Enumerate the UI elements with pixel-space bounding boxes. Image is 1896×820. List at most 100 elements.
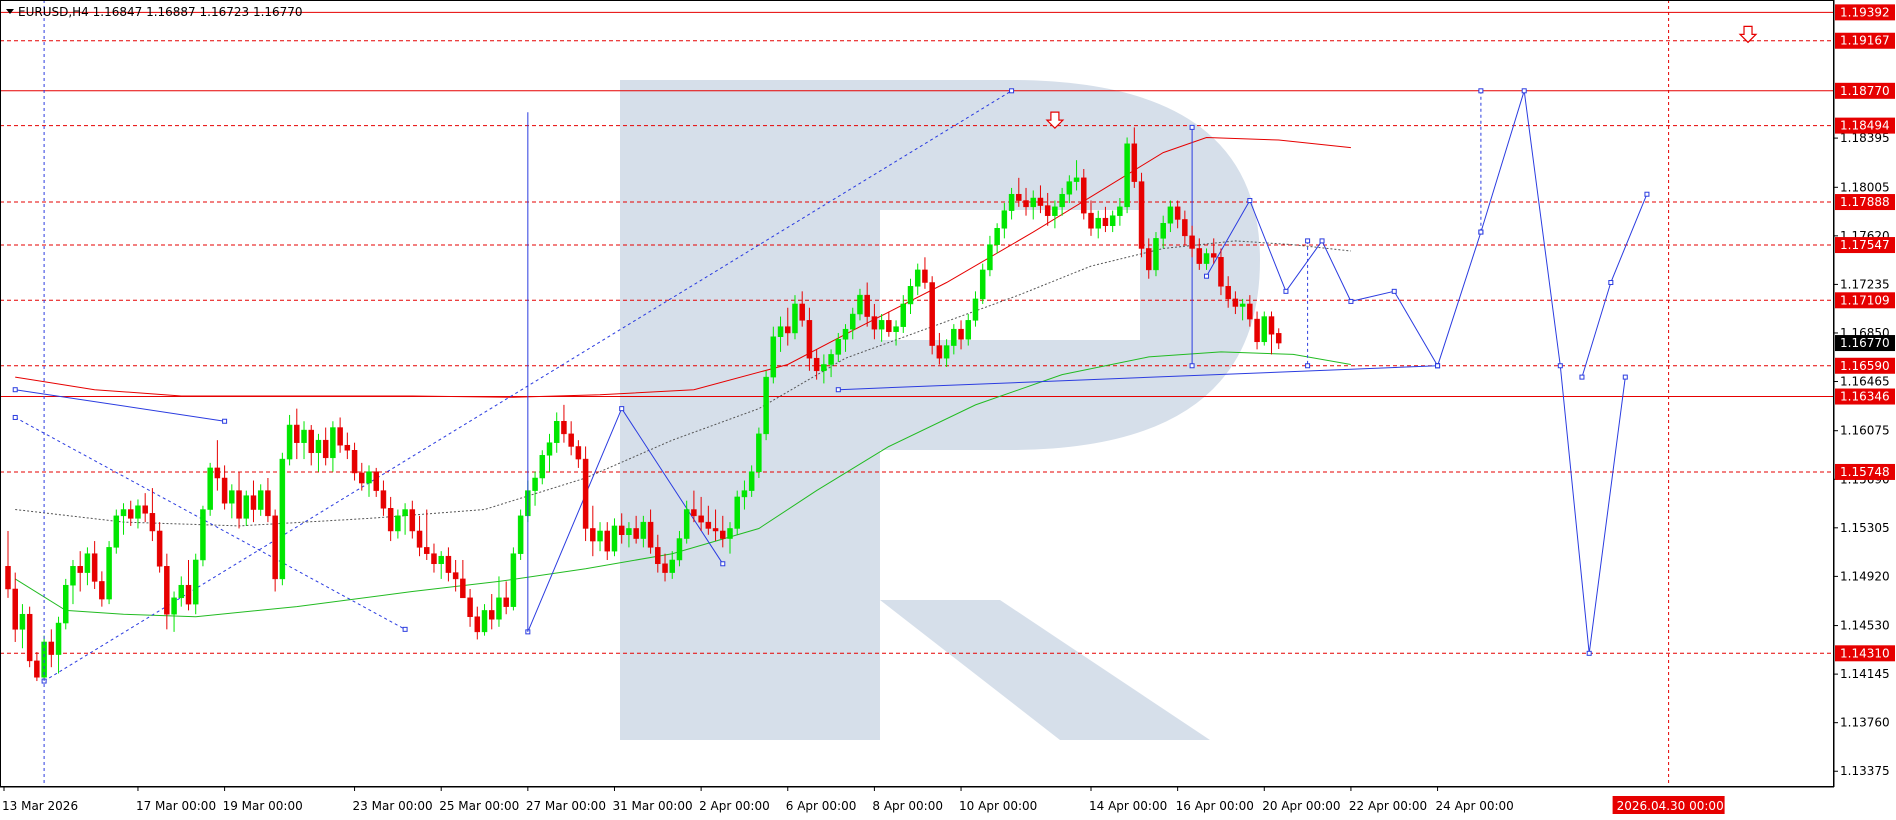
candle-body xyxy=(1218,257,1224,287)
candle-body xyxy=(149,513,156,532)
time-tick-label: 14 Apr 00:00 xyxy=(1089,799,1167,813)
candle-body xyxy=(438,555,444,565)
forecast-point xyxy=(1189,124,1195,130)
forecast-point xyxy=(1579,374,1585,380)
candle xyxy=(734,490,740,535)
candle-body xyxy=(91,553,98,582)
candle xyxy=(929,276,935,355)
time-tick-label: 13 Mar 2026 xyxy=(2,799,78,813)
forecast-point xyxy=(835,387,841,393)
candle-body xyxy=(727,528,733,539)
candle-body xyxy=(322,439,329,459)
forecast-point xyxy=(1435,363,1441,369)
candle-body xyxy=(229,490,235,504)
candle-body xyxy=(84,553,91,573)
candle-body xyxy=(308,429,314,454)
candle-body xyxy=(871,316,878,330)
candle xyxy=(113,509,120,554)
symbol-header-text: EURUSD,H4 1.16847 1.16887 1.16723 1.1677… xyxy=(18,5,303,19)
candle-body xyxy=(1167,206,1174,224)
candle-body xyxy=(452,572,459,580)
candle-body xyxy=(359,472,365,484)
candle-body xyxy=(1102,217,1109,227)
candle-body xyxy=(481,610,488,633)
candle-body xyxy=(712,528,719,532)
price-tick-label: 1.17235 xyxy=(1840,277,1890,291)
candle-body xyxy=(279,458,286,580)
level-label: 1.17547 xyxy=(1840,238,1890,252)
forecast-point xyxy=(720,561,726,567)
candle-body xyxy=(741,490,748,498)
candle-body xyxy=(1030,197,1036,208)
candle-body xyxy=(214,467,221,479)
time-tick-label: 20 Apr 00:00 xyxy=(1262,799,1340,813)
candle-body xyxy=(1196,248,1203,264)
candle-body xyxy=(113,515,120,548)
forecast-point xyxy=(1391,288,1397,294)
candle xyxy=(1261,311,1268,346)
candle-body xyxy=(236,490,242,519)
candle-body xyxy=(1081,177,1087,214)
candle-body xyxy=(221,477,228,504)
candle-body xyxy=(539,455,546,479)
candle-body xyxy=(698,515,704,523)
price-tick-label: 1.14920 xyxy=(1840,569,1890,583)
candle-body xyxy=(951,328,957,346)
symbol-header[interactable]: EURUSD,H4 1.16847 1.16887 1.16723 1.1677… xyxy=(6,5,303,19)
candle-body xyxy=(633,528,639,539)
forecast-point xyxy=(1608,280,1614,286)
candle-body xyxy=(1268,316,1275,335)
candle-body xyxy=(496,597,502,620)
candle-body xyxy=(943,345,950,359)
candle-body xyxy=(821,364,827,372)
candle-body xyxy=(914,269,921,287)
candle-body xyxy=(337,427,343,446)
candle-body xyxy=(1225,286,1231,300)
candle-body xyxy=(272,515,278,580)
forecast-point xyxy=(1204,273,1210,279)
candle-body xyxy=(120,509,127,517)
candle-body xyxy=(734,496,740,529)
candle-body xyxy=(683,509,690,539)
forecast-point xyxy=(222,418,228,424)
time-tick-label: 2 Apr 00:00 xyxy=(699,799,770,813)
level-label: 1.16346 xyxy=(1840,390,1890,404)
candle-body xyxy=(640,521,647,539)
price-tick-label: 1.16465 xyxy=(1840,375,1890,389)
price-tick-label: 1.18005 xyxy=(1840,180,1890,194)
candle-body xyxy=(900,303,907,327)
candle-body xyxy=(770,336,777,378)
candle-body xyxy=(922,269,928,283)
candle xyxy=(517,509,524,560)
candle xyxy=(763,370,769,441)
candle-body xyxy=(886,320,892,332)
candle xyxy=(279,452,286,586)
candle-body xyxy=(1174,206,1181,220)
candle-body xyxy=(1109,215,1116,227)
candle-body xyxy=(532,477,538,491)
candle-body xyxy=(402,509,408,517)
candle-body xyxy=(582,458,589,529)
candle-body xyxy=(676,538,683,561)
candle-body xyxy=(1016,193,1022,201)
candle-body xyxy=(568,433,574,447)
candle-body xyxy=(1182,219,1188,237)
forecast-point xyxy=(1521,88,1527,94)
candle-body xyxy=(655,547,661,565)
candle-body xyxy=(1095,217,1101,229)
candle-body xyxy=(424,547,430,554)
candle-body xyxy=(647,521,654,548)
candle-body xyxy=(799,303,805,321)
candle-body xyxy=(1189,235,1195,249)
candle-body xyxy=(99,581,105,600)
candle-body xyxy=(857,294,863,315)
candle-body xyxy=(178,584,185,599)
candle xyxy=(106,541,112,605)
forecast-point xyxy=(1189,363,1195,369)
candle-body xyxy=(1117,206,1123,216)
price-tick-label: 1.14530 xyxy=(1840,619,1890,633)
time-tick-label: 17 Mar 00:00 xyxy=(136,799,216,813)
candle-body xyxy=(1254,318,1260,343)
candle-body xyxy=(705,521,712,529)
candle-body xyxy=(142,505,148,514)
